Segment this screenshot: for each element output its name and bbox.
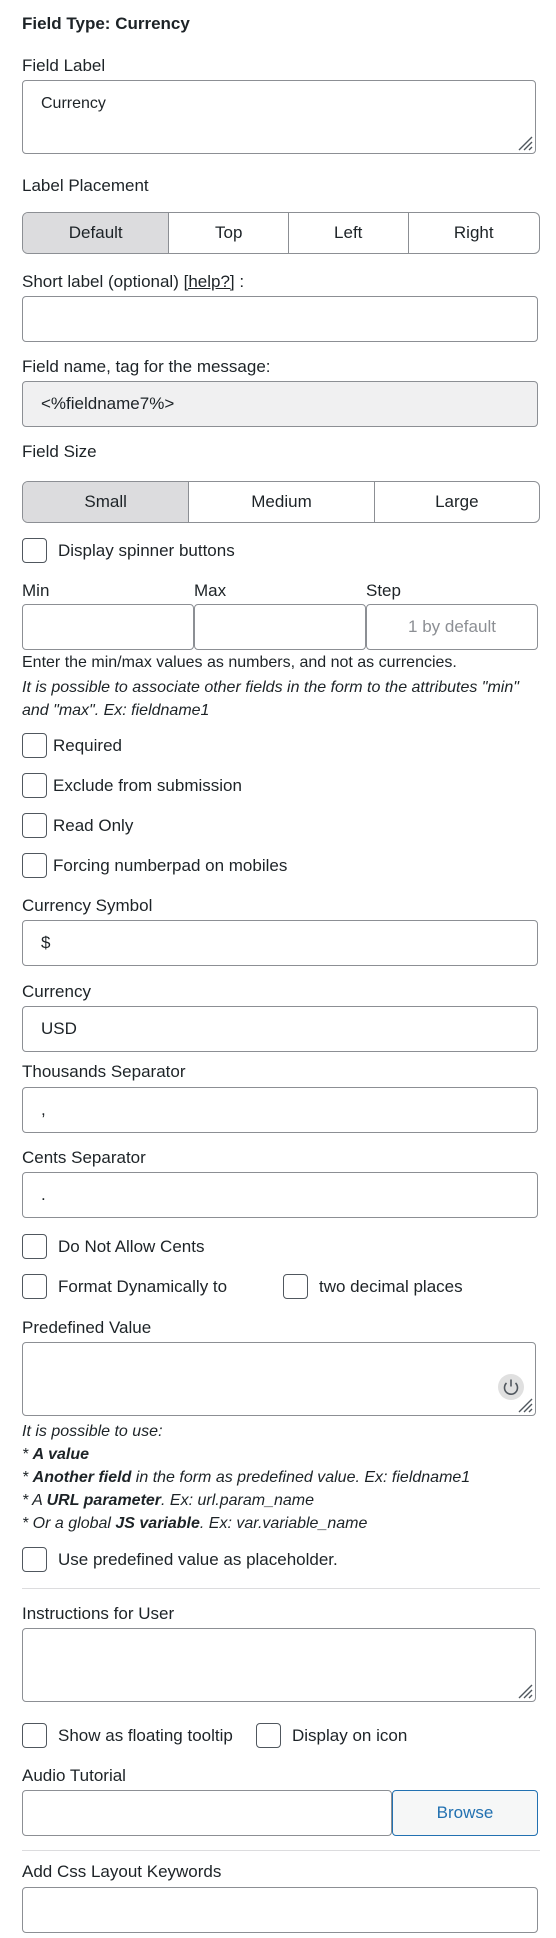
currency-label: Currency <box>22 982 91 1001</box>
label-placement-group: Default Top Left Right <box>22 212 540 254</box>
required-checkbox[interactable] <box>22 733 47 758</box>
divider <box>22 1850 540 1851</box>
field-name-input[interactable]: <%fieldname7%> <box>22 381 538 427</box>
format-dynamic-checkbox[interactable] <box>22 1274 47 1299</box>
floating-tooltip-checkbox[interactable] <box>22 1723 47 1748</box>
label-placement-label: Label Placement <box>22 176 149 195</box>
help-link[interactable]: [help?] <box>184 272 235 291</box>
required-label: Required <box>53 736 122 755</box>
placeholder-checkbox[interactable] <box>22 1547 47 1572</box>
readonly-label: Read Only <box>53 816 134 835</box>
cents-label: Cents Separator <box>22 1148 146 1167</box>
field-name-value: <%fieldname7%> <box>41 394 175 413</box>
label-placement-left[interactable]: Left <box>287 213 408 253</box>
readonly-checkbox[interactable] <box>22 813 47 838</box>
label-placement-default[interactable]: Default <box>23 213 169 253</box>
field-label-value: Currency <box>41 95 106 112</box>
instructions-textarea[interactable] <box>22 1628 536 1702</box>
short-label-text: Short label (optional) <box>22 272 184 291</box>
two-decimals-checkbox[interactable] <box>283 1274 308 1299</box>
predefined-textarea[interactable] <box>22 1342 536 1416</box>
short-label-suffix: : <box>234 272 245 291</box>
display-icon-checkbox[interactable] <box>256 1723 281 1748</box>
currency-input[interactable]: USD <box>22 1006 538 1052</box>
exclude-checkbox[interactable] <box>22 773 47 798</box>
label-placement-right[interactable]: Right <box>407 213 539 253</box>
field-size-group: Small Medium Large <box>22 481 540 523</box>
step-input[interactable]: 1 by default <box>366 604 538 650</box>
thousands-input[interactable]: , <box>22 1087 538 1133</box>
instructions-label: Instructions for User <box>22 1604 175 1623</box>
help-intro: It is possible to use: <box>22 1423 163 1440</box>
css-keywords-label: Add Css Layout Keywords <box>22 1862 222 1881</box>
currency-symbol-label: Currency Symbol <box>22 896 153 915</box>
resize-handle-icon[interactable] <box>513 131 533 151</box>
floating-tooltip-label: Show as floating tooltip <box>58 1726 233 1745</box>
two-decimals-label: two decimal places <box>319 1277 463 1296</box>
cents-value: . <box>41 1185 46 1204</box>
help-item-field: * Another field in the form as predefine… <box>22 1469 471 1486</box>
exclude-label: Exclude from submission <box>53 776 242 795</box>
max-input[interactable] <box>194 604 366 650</box>
currency-symbol-value: $ <box>41 933 51 952</box>
placeholder-label: Use predefined value as placeholder. <box>58 1550 338 1569</box>
divider <box>22 1588 540 1589</box>
field-size-medium[interactable]: Medium <box>188 482 373 522</box>
numberpad-checkbox[interactable] <box>22 853 47 878</box>
help-item-url: * A URL parameter. Ex: url.param_name <box>22 1492 314 1509</box>
field-label-textarea[interactable]: Currency <box>22 80 536 154</box>
format-dynamic-label: Format Dynamically to <box>58 1277 228 1296</box>
field-size-large[interactable]: Large <box>373 482 539 522</box>
predefined-label: Predefined Value <box>22 1318 152 1337</box>
audio-input[interactable] <box>22 1790 392 1836</box>
field-size-small[interactable]: Small <box>23 482 189 522</box>
spinner-label: Display spinner buttons <box>58 541 235 560</box>
resize-handle-icon[interactable] <box>513 1679 533 1699</box>
help-item-js: * Or a global JS variable. Ex: var.varia… <box>22 1515 368 1532</box>
help-item-value: * A value <box>22 1446 89 1463</box>
predefined-help: It is possible to use: * A value * Anoth… <box>22 1420 542 1535</box>
no-cents-checkbox[interactable] <box>22 1234 47 1259</box>
currency-value: USD <box>41 1019 77 1038</box>
no-cents-label: Do Not Allow Cents <box>58 1237 205 1256</box>
resize-handle-icon[interactable] <box>513 1393 533 1413</box>
page-title: Field Type: Currency <box>22 14 190 33</box>
currency-symbol-input[interactable]: $ <box>22 920 538 966</box>
step-placeholder: 1 by default <box>408 617 496 636</box>
thousands-value: , <box>41 1100 46 1119</box>
step-label: Step <box>366 581 401 600</box>
cents-input[interactable]: . <box>22 1172 538 1218</box>
min-label: Min <box>22 581 50 600</box>
css-keywords-input[interactable] <box>22 1887 538 1933</box>
min-input[interactable] <box>22 604 194 650</box>
field-label-label: Field Label <box>22 56 106 75</box>
range-note-italic: It is possible to associate other fields… <box>22 679 519 719</box>
field-name-label: Field name, tag for the message: <box>22 357 271 376</box>
label-placement-top[interactable]: Top <box>168 213 288 253</box>
audio-label: Audio Tutorial <box>22 1766 126 1785</box>
display-icon-label: Display on icon <box>292 1726 408 1745</box>
thousands-label: Thousands Separator <box>22 1062 186 1081</box>
browse-button[interactable]: Browse <box>392 1790 538 1836</box>
short-label-input[interactable] <box>22 296 538 342</box>
max-label: Max <box>194 581 227 600</box>
range-note: Enter the min/max values as numbers, and… <box>22 654 457 671</box>
spinner-checkbox[interactable] <box>22 538 47 563</box>
numberpad-label: Forcing numberpad on mobiles <box>53 856 288 875</box>
short-label-label: Short label (optional) [help?] : <box>22 272 244 292</box>
field-size-label: Field Size <box>22 442 97 461</box>
